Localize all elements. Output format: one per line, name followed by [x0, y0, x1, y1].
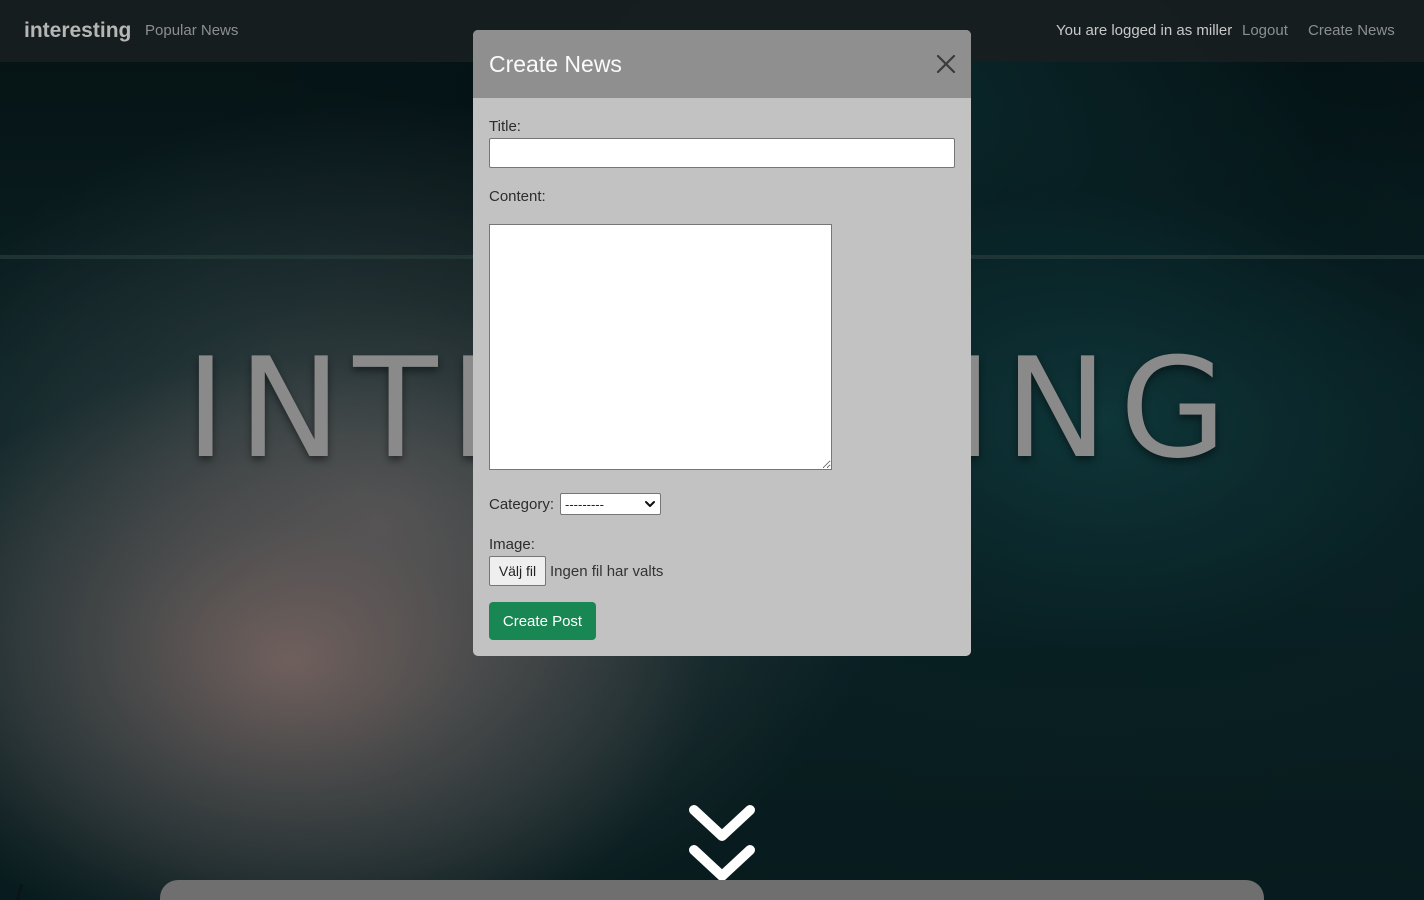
content-panel [160, 880, 1264, 900]
chevron-down-icon [645, 501, 655, 507]
nav-link-logout[interactable]: Logout [1242, 22, 1288, 39]
create-post-button[interactable]: Create Post [489, 602, 596, 640]
modal-title: Create News [489, 51, 622, 77]
content-textarea[interactable] [489, 224, 832, 470]
category-select[interactable]: --------- [560, 493, 661, 515]
modal-header: Create News [473, 30, 971, 98]
create-news-modal: Create News Title: Content: Category: --… [473, 30, 971, 656]
choose-file-button[interactable]: Välj fil [489, 556, 546, 586]
logged-in-user-text: You are logged in as miller [1056, 22, 1233, 39]
category-selected-value: --------- [565, 496, 604, 512]
title-label: Title: [489, 118, 521, 135]
file-status-text: Ingen fil har valts [550, 563, 664, 580]
nav-link-create-news[interactable]: Create News [1308, 22, 1395, 39]
content-label: Content: [489, 188, 546, 205]
category-label: Category: [489, 496, 555, 513]
image-label: Image: [489, 536, 535, 553]
chevron-down-icon[interactable] [686, 800, 758, 892]
brand-logo[interactable]: interesting [24, 19, 131, 43]
close-icon[interactable] [933, 51, 959, 77]
title-input[interactable] [489, 138, 955, 168]
nav-link-popular-news[interactable]: Popular News [145, 22, 238, 39]
